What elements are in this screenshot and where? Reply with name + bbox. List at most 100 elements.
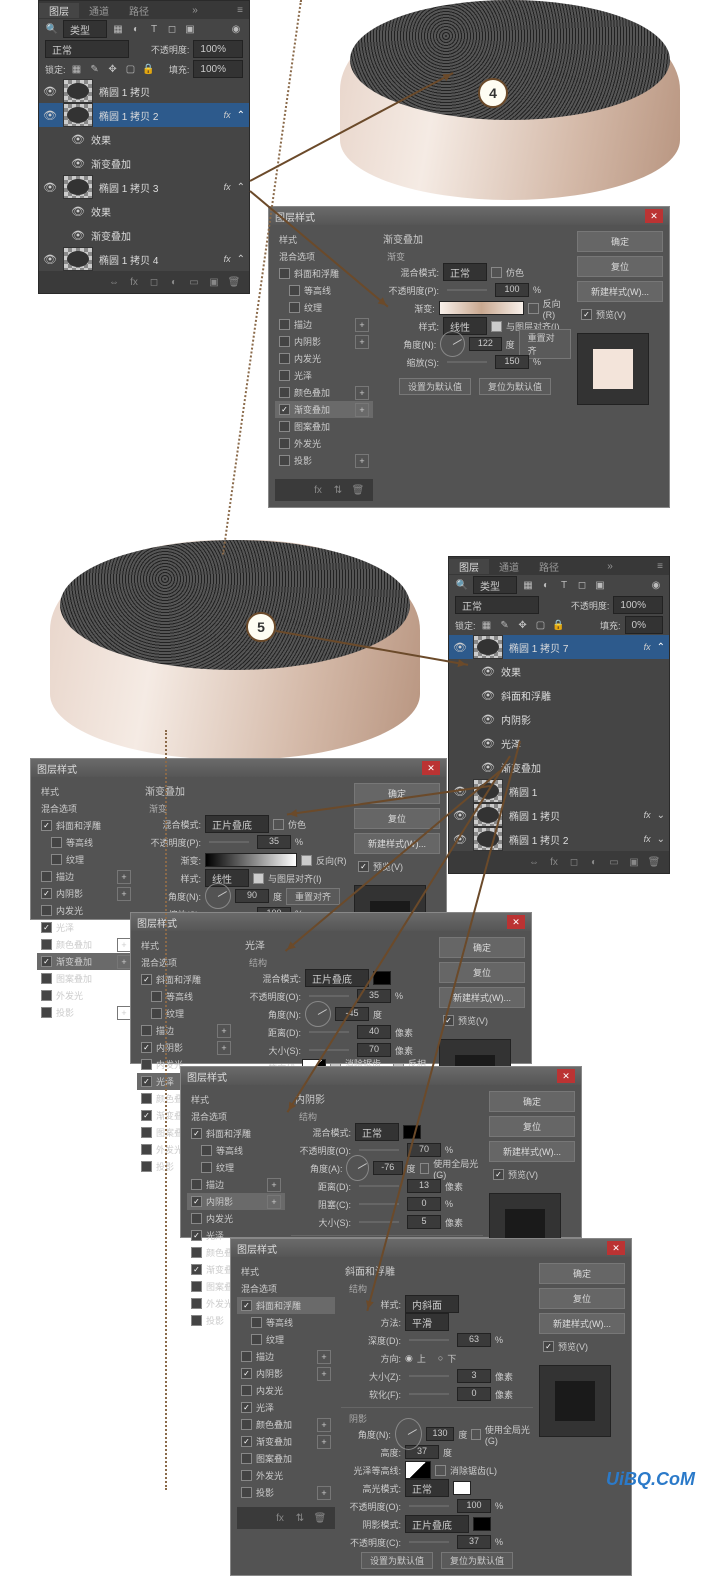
style-item[interactable]: 描边+ <box>275 316 373 333</box>
filter-adjust-icon[interactable]: ◐ <box>129 22 143 36</box>
style-item[interactable]: 等高线 <box>187 1142 285 1159</box>
opacity-input[interactable]: 100 <box>495 283 529 297</box>
tab-layers[interactable]: 图层 <box>449 559 489 574</box>
highlight-opacity-slider[interactable] <box>409 1505 449 1507</box>
preview-check[interactable]: 预览(V) <box>558 1340 588 1353</box>
visibility-icon[interactable]: 👁 <box>453 641 467 654</box>
filter-shape-icon[interactable]: ◻ <box>165 22 179 36</box>
chevron-icon[interactable]: ⌃ <box>237 110 245 121</box>
style-item[interactable]: 内发光 <box>187 1210 285 1227</box>
fx-icon[interactable]: fx <box>127 275 141 289</box>
layer-effect[interactable]: 👁斜面和浮雕 <box>449 683 669 707</box>
style-item[interactable]: 内发光 <box>237 1382 335 1399</box>
angle-dial[interactable] <box>346 1155 369 1181</box>
close-icon[interactable]: ✕ <box>422 761 440 775</box>
opacity-slider[interactable] <box>447 289 487 291</box>
style-item[interactable]: 描边+ <box>237 1348 335 1365</box>
ok-button[interactable]: 确定 <box>489 1091 575 1112</box>
up-down-icon[interactable]: ⇅ <box>293 1511 307 1525</box>
shadow-color-swatch[interactable] <box>473 1517 491 1531</box>
visibility-icon[interactable]: 👁 <box>481 761 495 774</box>
lock-all-icon[interactable]: 🔒 <box>142 62 156 76</box>
lock-pos-icon[interactable]: ✥ <box>106 62 120 76</box>
layer-name[interactable]: 椭圆 1 拷贝 <box>99 84 245 99</box>
layer-name[interactable]: 椭圆 1 拷贝 2 <box>509 832 638 847</box>
close-icon[interactable]: ✕ <box>607 1241 625 1255</box>
filter-toggle-icon[interactable]: ◉ <box>229 22 243 36</box>
style-item[interactable]: ✓渐变叠加+ <box>237 1433 335 1450</box>
trash-icon[interactable]: 🗑 <box>647 855 661 869</box>
style-item[interactable]: 纹理 <box>237 1331 335 1348</box>
blend-mode[interactable]: 正常 <box>455 596 539 614</box>
layer-row[interactable]: 👁椭圆 1 拷贝 <box>39 79 249 103</box>
adjustment-icon[interactable]: ◐ <box>167 275 181 289</box>
group-icon[interactable]: ▭ <box>187 275 201 289</box>
style-blend-options[interactable]: 混合选项 <box>37 800 135 817</box>
chevron-icon[interactable]: ⌃ <box>237 254 245 265</box>
distance-input[interactable]: 13 <box>407 1179 441 1193</box>
size-slider[interactable] <box>409 1375 449 1377</box>
global-light-check[interactable]: 使用全局光(G) <box>433 1157 483 1180</box>
filter-toggle-icon[interactable]: ◉ <box>649 578 663 592</box>
shadow-mode-select[interactable]: 正片叠底 <box>405 1515 469 1533</box>
trash-icon[interactable]: 🗑 <box>227 275 241 289</box>
dialog-titlebar[interactable]: 图层样式✕ <box>31 759 446 777</box>
style-item[interactable]: 等高线 <box>275 282 373 299</box>
lock-trans-icon[interactable]: ▦ <box>480 618 494 632</box>
visibility-icon[interactable]: 👁 <box>481 713 495 726</box>
opacity-value[interactable]: 100% <box>613 596 663 614</box>
layer-row[interactable]: 👁椭圆 1 拷贝fx⌄ <box>449 803 669 827</box>
visibility-icon[interactable]: 👁 <box>71 133 85 146</box>
angle-input[interactable]: 90 <box>235 889 269 903</box>
up-down-icon[interactable]: ⇅ <box>331 483 345 497</box>
mask-icon[interactable]: ◻ <box>147 275 161 289</box>
cancel-button[interactable]: 复位 <box>539 1288 625 1309</box>
reverse-check[interactable]: 反向(R) <box>543 297 571 320</box>
technique-select[interactable]: 平滑 <box>405 1313 449 1331</box>
distance-input[interactable]: 40 <box>357 1025 391 1039</box>
layer-name[interactable]: 椭圆 1 拷贝 7 <box>509 640 638 655</box>
lock-trans-icon[interactable]: ▦ <box>70 62 84 76</box>
new-style-button[interactable]: 新建样式(W)... <box>577 281 663 302</box>
opacity-value[interactable]: 100% <box>193 40 243 58</box>
tab-channels[interactable]: 通道 <box>79 3 119 18</box>
style-item[interactable]: 纹理 <box>137 1005 235 1022</box>
anti-alias-check[interactable]: 消除锯齿(L) <box>450 1464 497 1477</box>
dialog-titlebar[interactable]: 图层样式✕ <box>231 1239 631 1257</box>
fx-badge[interactable]: fx <box>224 254 231 264</box>
soften-slider[interactable] <box>409 1393 449 1395</box>
style-item[interactable]: 外发光 <box>275 435 373 452</box>
reset-align-button[interactable]: 重置对齐 <box>286 888 340 905</box>
dialog-titlebar[interactable]: 图层样式✕ <box>269 207 669 225</box>
new-layer-icon[interactable]: ▣ <box>207 275 221 289</box>
blend-select[interactable]: 正片叠底 <box>305 969 369 987</box>
angle-input[interactable]: 122 <box>469 337 502 351</box>
soften-input[interactable]: 0 <box>457 1387 491 1401</box>
highlight-opacity-input[interactable]: 100 <box>457 1499 491 1513</box>
angle-dial[interactable] <box>305 1001 331 1027</box>
style-item[interactable]: ✓渐变叠加+ <box>275 401 373 418</box>
gradient-picker[interactable] <box>205 853 297 867</box>
preview-check[interactable]: 预览(V) <box>508 1168 538 1181</box>
fx-badge[interactable]: fx <box>644 810 651 820</box>
style-item[interactable]: 图案叠加 <box>275 418 373 435</box>
adjustment-icon[interactable]: ◐ <box>587 855 601 869</box>
layer-effect[interactable]: 👁光泽 <box>449 731 669 755</box>
style-item[interactable]: 纹理 <box>187 1159 285 1176</box>
angle-dial[interactable] <box>205 883 231 909</box>
filter-kind[interactable]: 类型 <box>473 576 517 594</box>
link-icon[interactable]: ⇔ <box>107 275 121 289</box>
style-item[interactable]: 等高线 <box>137 988 235 1005</box>
menu-icon[interactable]: ≡ <box>231 5 249 16</box>
style-item[interactable]: 颜色叠加+ <box>275 384 373 401</box>
add-icon[interactable]: + <box>355 454 369 468</box>
reset-default-button[interactable]: 复位为默认值 <box>441 1552 513 1569</box>
lock-artboard-icon[interactable]: ▢ <box>124 62 138 76</box>
style-item[interactable]: ✓光泽 <box>237 1399 335 1416</box>
fx-badge[interactable]: fx <box>224 110 231 120</box>
layer-row[interactable]: 👁椭圆 1 拷贝 2fx⌃ <box>39 103 249 127</box>
layer-name[interactable]: 椭圆 1 拷贝 <box>509 808 638 823</box>
depth-slider[interactable] <box>409 1339 449 1341</box>
gradient-picker[interactable] <box>439 301 525 315</box>
style-item[interactable]: 颜色叠加+ <box>237 1416 335 1433</box>
